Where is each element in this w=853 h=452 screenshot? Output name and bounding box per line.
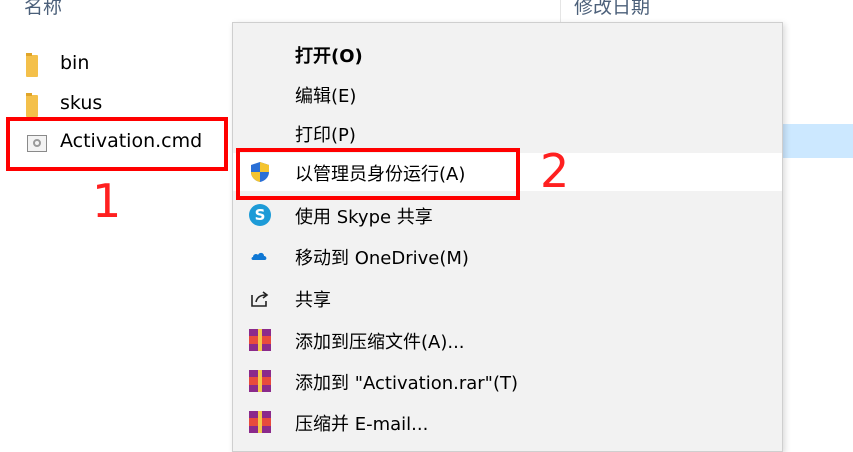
file-name: bin <box>60 52 90 74</box>
menu-item-open[interactable]: 打开(O) <box>233 35 782 73</box>
menu-item-label: 共享 <box>295 290 331 311</box>
annotation-number-2: 2 <box>540 144 570 198</box>
file-row-bin[interactable]: bin <box>16 48 256 82</box>
date-column-header[interactable]: 修改日期 <box>574 0 650 19</box>
menu-item-share[interactable]: 共享 <box>233 279 782 317</box>
menu-item-label: 添加到压缩文件(A)... <box>295 332 465 353</box>
share-icon <box>249 287 271 309</box>
column-header: 名称 修改日期 <box>0 0 853 22</box>
annotation-box-2 <box>236 148 520 200</box>
name-column-header[interactable]: 名称 <box>24 0 62 19</box>
file-name: skus <box>60 92 103 114</box>
winrar-icon <box>249 370 271 392</box>
menu-item-label: 打印(P) <box>295 125 356 146</box>
menu-item-label: 编辑(E) <box>295 86 357 107</box>
menu-item-onedrive[interactable]: 移动到 OneDrive(M) <box>233 237 782 275</box>
column-separator[interactable] <box>560 0 561 22</box>
menu-item-label: 压缩并 E-mail... <box>295 414 429 435</box>
winrar-icon <box>249 329 271 351</box>
menu-item-compress-email[interactable]: 压缩并 E-mail... <box>233 403 782 441</box>
folder-icon <box>26 53 38 77</box>
menu-item-add-to-archive[interactable]: 添加到压缩文件(A)... <box>233 321 782 359</box>
context-menu: 打开(O) 编辑(E) 打印(P) 以管理员身份运行(A) S 使用 Skype… <box>232 22 783 452</box>
menu-item-edit[interactable]: 编辑(E) <box>233 75 782 113</box>
menu-item-label: 添加到 "Activation.rar"(T) <box>295 373 518 394</box>
menu-item-skype-share[interactable]: S 使用 Skype 共享 <box>233 196 782 234</box>
annotation-number-1: 1 <box>92 174 122 228</box>
skype-icon: S <box>249 204 271 226</box>
menu-item-label: 使用 Skype 共享 <box>295 207 433 228</box>
menu-item-label: 打开(O) <box>295 46 363 67</box>
folder-icon <box>26 93 38 117</box>
menu-item-print[interactable]: 打印(P) <box>233 114 782 152</box>
winrar-icon <box>249 411 271 433</box>
row-selection-highlight <box>780 124 853 158</box>
annotation-box-1 <box>6 117 228 171</box>
menu-item-add-to-rar[interactable]: 添加到 "Activation.rar"(T) <box>233 362 782 400</box>
menu-item-label: 移动到 OneDrive(M) <box>295 248 469 269</box>
onedrive-cloud-icon <box>249 245 271 267</box>
